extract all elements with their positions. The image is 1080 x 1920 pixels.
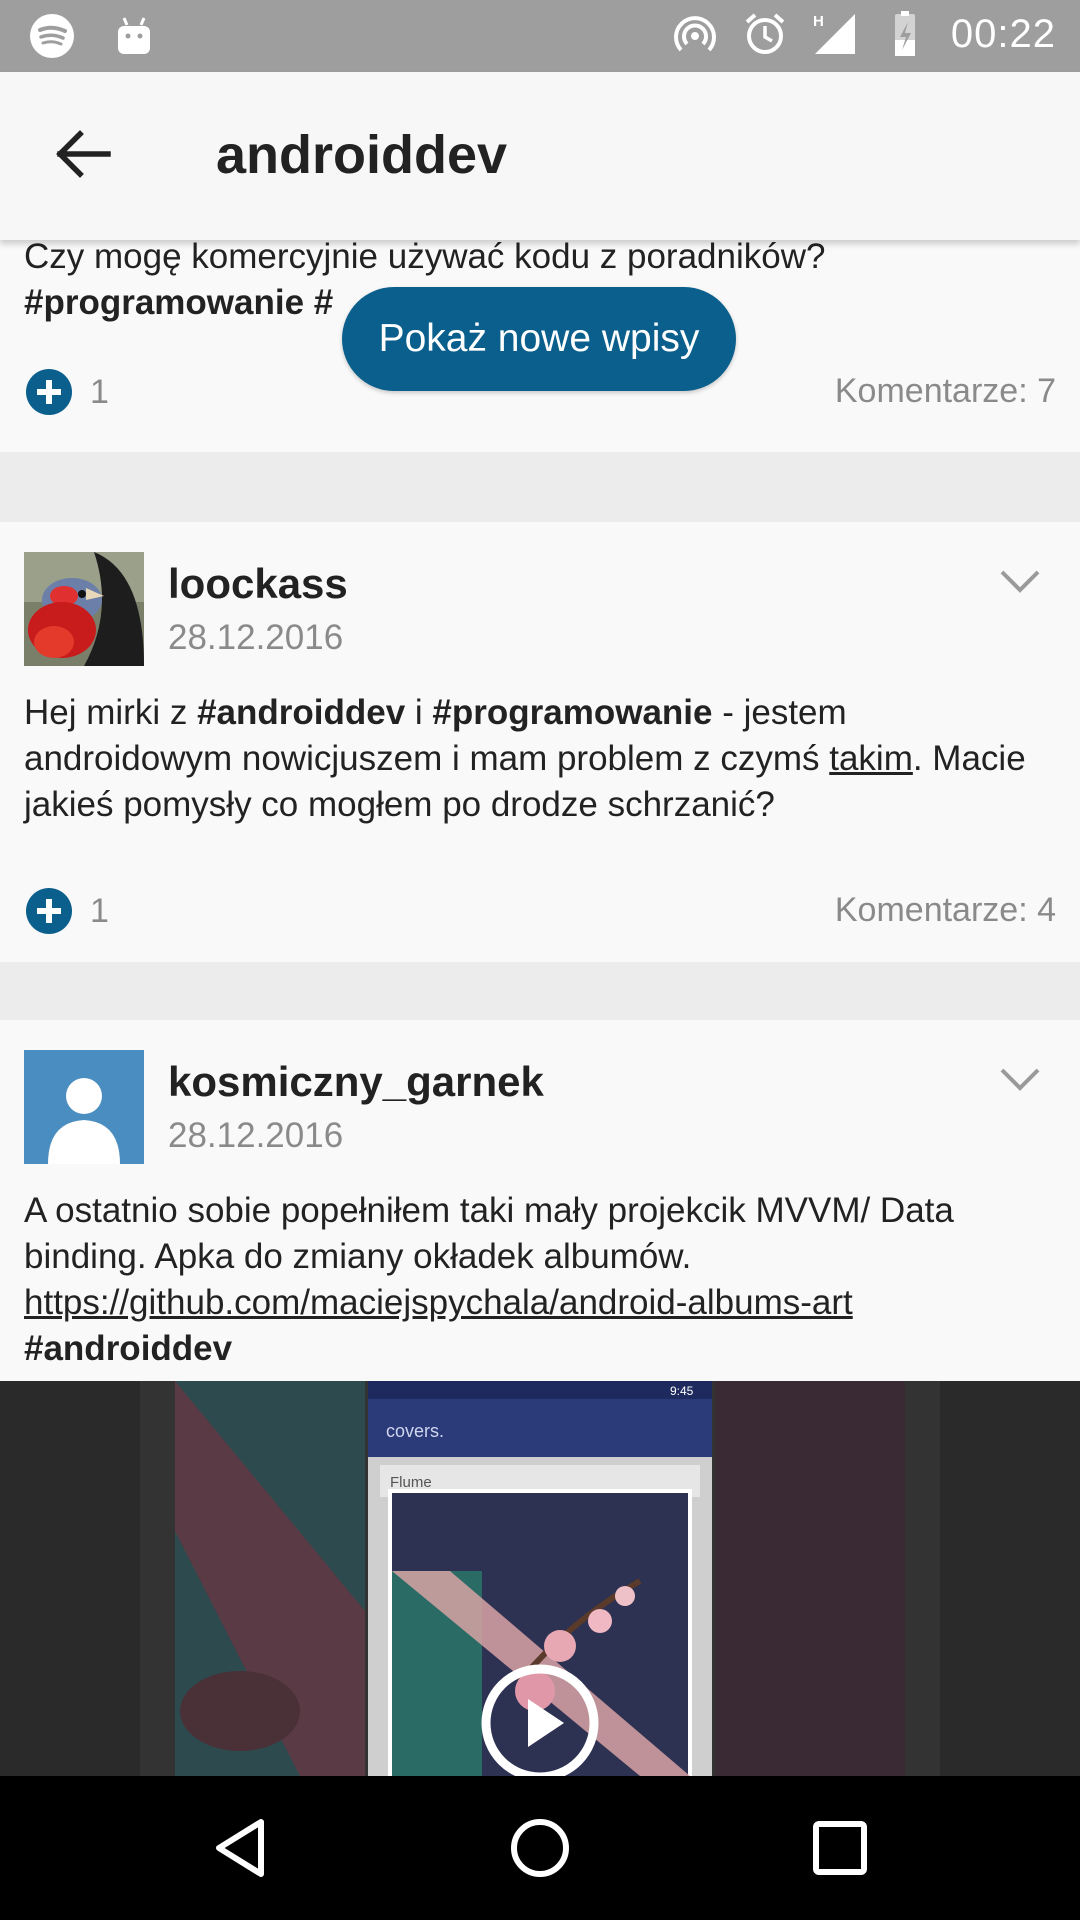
- author-name[interactable]: kosmiczny_garnek: [168, 1058, 544, 1106]
- turkey-avatar-image: [24, 552, 144, 666]
- default-avatar-image: [24, 1050, 144, 1164]
- status-bar: H 00:22: [0, 0, 1080, 72]
- navigation-bar: [0, 1776, 1080, 1920]
- post-link[interactable]: https://github.com/maciejspychala/androi…: [24, 1283, 853, 1322]
- post-text: A ostatnio sobie popełniłem taki mały pr…: [24, 1191, 954, 1368]
- video-thumbnail[interactable]: 9:45 covers. Flume: [0, 1381, 1080, 1776]
- feed-list[interactable]: Czy mogę komercyjnie używać kodu z porad…: [0, 240, 1080, 1776]
- vote-count: 1: [90, 372, 109, 411]
- show-new-posts-button[interactable]: Pokaż nowe wpisy: [342, 287, 736, 391]
- post-text: Hej mirki z #androiddev i #programowanie…: [24, 693, 1026, 824]
- avatar[interactable]: [24, 552, 144, 666]
- home-nav-icon[interactable]: [504, 1812, 576, 1884]
- vote-count: 1: [90, 891, 109, 930]
- hashtag-link[interactable]: #androiddev: [197, 693, 405, 732]
- post-date: 28.12.2016: [168, 1116, 344, 1155]
- chevron-down-icon[interactable]: [998, 1064, 1042, 1094]
- post-card[interactable]: kosmiczny_garnek 28.12.2016 A ostatnio s…: [0, 1020, 1080, 1776]
- post-card[interactable]: loockass 28.12.2016 Hej mirki z #android…: [0, 522, 1080, 962]
- spotify-icon: [30, 14, 74, 58]
- page-title: androiddev: [216, 125, 508, 185]
- comments-count[interactable]: Komentarze: 4: [835, 891, 1056, 930]
- android-icon: [118, 17, 150, 54]
- post-date: 28.12.2016: [168, 618, 344, 657]
- app-bar: androiddev: [0, 72, 1080, 240]
- battery-icon: [894, 11, 915, 56]
- post-link[interactable]: takim: [829, 739, 913, 778]
- plus-icon[interactable]: [26, 369, 72, 415]
- svg-text:9:45: 9:45: [670, 1384, 694, 1398]
- status-time: 00:22: [950, 11, 1056, 56]
- comments-count[interactable]: Komentarze: 7: [835, 372, 1056, 411]
- vote-control[interactable]: 1: [26, 369, 109, 415]
- play-icon[interactable]: [480, 1663, 600, 1776]
- svg-text:covers.: covers.: [386, 1421, 444, 1441]
- avatar[interactable]: [24, 1050, 144, 1164]
- hotspot-icon: [673, 16, 716, 52]
- back-nav-icon[interactable]: [205, 1812, 277, 1884]
- signal-icon: H: [813, 13, 855, 54]
- author-name[interactable]: loockass: [168, 560, 348, 608]
- recents-nav-icon[interactable]: [804, 1812, 876, 1884]
- vote-control[interactable]: 1: [26, 888, 109, 934]
- hashtag-link[interactable]: #androiddev: [24, 1329, 232, 1368]
- back-arrow-icon[interactable]: [52, 122, 116, 186]
- hashtag-link[interactable]: #programowanie: [432, 693, 712, 732]
- alarm-icon: [745, 13, 785, 54]
- svg-text:H: H: [813, 13, 824, 30]
- plus-icon[interactable]: [26, 888, 72, 934]
- chevron-down-icon[interactable]: [998, 566, 1042, 596]
- svg-text:Flume: Flume: [390, 1474, 432, 1491]
- hashtag-link[interactable]: #programowanie #: [24, 283, 333, 322]
